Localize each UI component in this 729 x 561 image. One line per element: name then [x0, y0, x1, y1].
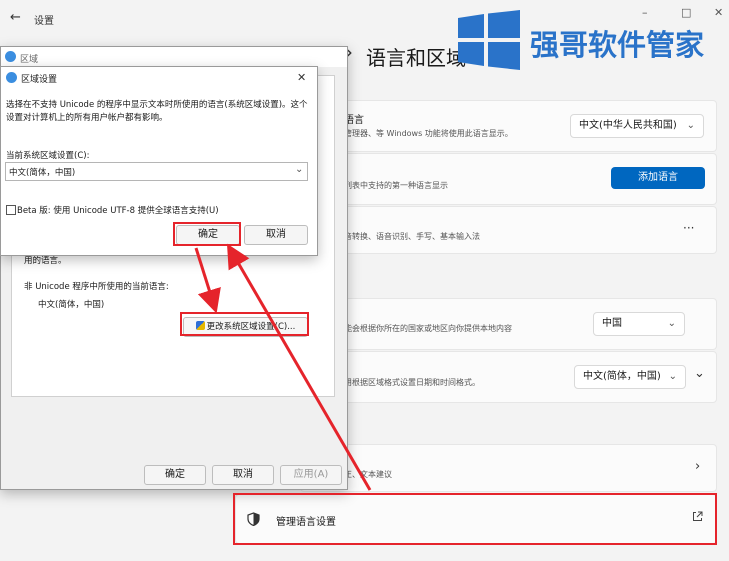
annotation-arrow-to-change-locale	[194, 247, 221, 314]
annotation-arrows	[194, 243, 372, 491]
annotation-arrow-to-ok	[226, 243, 372, 491]
